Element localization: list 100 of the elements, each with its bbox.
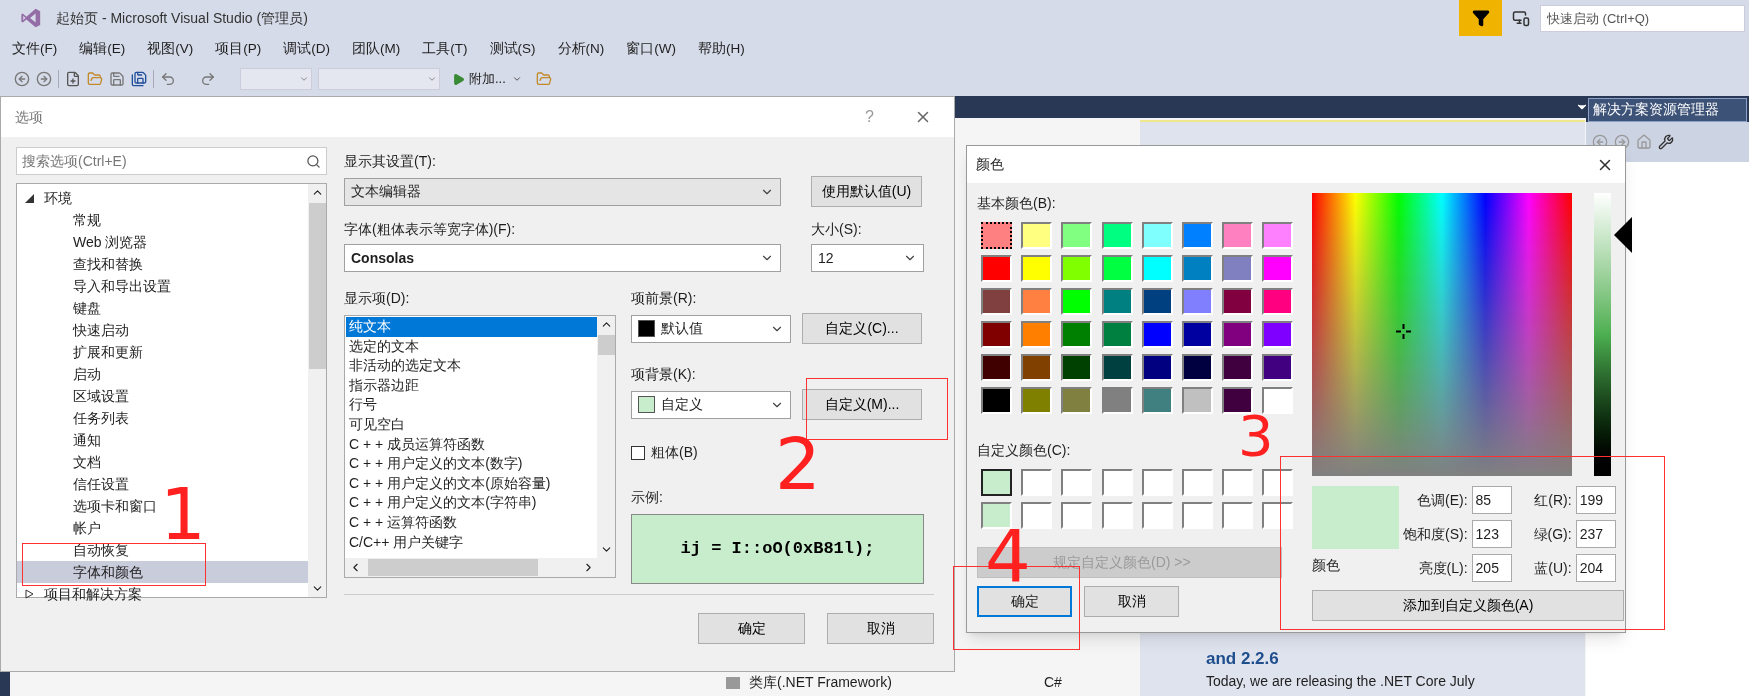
menu-item[interactable]: 窗口(W) bbox=[626, 38, 676, 60]
color-swatch[interactable] bbox=[1021, 469, 1053, 496]
panel-title[interactable]: 解决方案资源管理器 bbox=[1588, 98, 1747, 122]
tree-item[interactable]: 导入和导出设置 bbox=[17, 275, 308, 297]
new-file-icon[interactable] bbox=[65, 71, 81, 87]
cancel-button[interactable]: 取消 bbox=[1084, 586, 1179, 617]
list-item[interactable]: C + + 用户定义的文本(原始容量) bbox=[346, 473, 597, 494]
ok-button[interactable]: 确定 bbox=[977, 586, 1072, 617]
color-swatch[interactable] bbox=[981, 321, 1012, 348]
wrench-icon[interactable] bbox=[1658, 134, 1674, 150]
color-swatch[interactable] bbox=[1262, 387, 1294, 414]
size-dropdown[interactable]: 12 bbox=[811, 244, 924, 272]
color-swatch[interactable] bbox=[1141, 321, 1173, 348]
color-swatch[interactable] bbox=[1141, 288, 1173, 315]
color-swatch[interactable] bbox=[1222, 469, 1254, 496]
color-swatch[interactable] bbox=[1101, 222, 1133, 249]
color-swatch[interactable] bbox=[1262, 288, 1294, 315]
color-swatch[interactable] bbox=[1141, 469, 1173, 496]
menu-item[interactable]: 分析(N) bbox=[557, 38, 605, 60]
menu-item[interactable]: 测试(S) bbox=[489, 38, 536, 60]
color-swatch[interactable] bbox=[1141, 502, 1173, 529]
redo-icon[interactable] bbox=[200, 71, 216, 87]
list-item[interactable]: C/C++ 用户关键字 bbox=[346, 532, 597, 553]
color-swatch[interactable] bbox=[1141, 354, 1173, 381]
color-swatch[interactable] bbox=[1021, 288, 1053, 315]
menu-item[interactable]: 文件(F) bbox=[12, 38, 58, 60]
color-swatch[interactable] bbox=[1061, 469, 1093, 496]
scrollbar[interactable] bbox=[597, 316, 615, 558]
add-custom-color-button[interactable]: 添加到自定义颜色(A) bbox=[1312, 590, 1624, 621]
color-swatch[interactable] bbox=[981, 469, 1012, 496]
list-item[interactable]: 纯文本 bbox=[346, 317, 597, 337]
list-item[interactable]: C + + 运算符函数 bbox=[346, 512, 597, 533]
folder-icon[interactable] bbox=[535, 71, 552, 87]
show-settings-dropdown[interactable]: 文本编辑器 bbox=[344, 177, 781, 206]
customize-button[interactable]: 自定义(C)... bbox=[802, 313, 922, 344]
notification-button[interactable] bbox=[1459, 0, 1502, 36]
color-swatch[interactable] bbox=[1181, 255, 1213, 282]
quick-launch-field[interactable]: 快速启动 (Ctrl+Q) bbox=[1540, 4, 1745, 32]
number-field[interactable]: 204 bbox=[1575, 554, 1616, 582]
undo-icon[interactable] bbox=[160, 71, 176, 87]
use-defaults-button[interactable]: 使用默认值(U) bbox=[811, 176, 922, 207]
menu-item[interactable]: 视图(V) bbox=[147, 38, 194, 60]
color-swatch[interactable] bbox=[1141, 387, 1173, 414]
color-swatch[interactable] bbox=[981, 255, 1012, 282]
menu-item[interactable]: 团队(M) bbox=[352, 38, 401, 60]
color-swatch[interactable] bbox=[1181, 288, 1213, 315]
foreground-dropdown[interactable]: 默认值 bbox=[631, 314, 791, 343]
forward-icon[interactable] bbox=[1614, 134, 1630, 150]
color-swatch[interactable] bbox=[1061, 255, 1093, 282]
color-swatch[interactable] bbox=[1222, 321, 1254, 348]
tree-item[interactable]: 启动 bbox=[17, 363, 308, 385]
cancel-button[interactable]: 取消 bbox=[827, 613, 934, 644]
number-field[interactable]: 199 bbox=[1575, 486, 1616, 514]
save-icon[interactable] bbox=[109, 71, 125, 87]
list-item[interactable]: 选定的文本 bbox=[346, 336, 597, 357]
tree-item[interactable]: 字体和颜色 bbox=[17, 561, 308, 583]
folder-icon[interactable] bbox=[87, 71, 103, 87]
color-swatch[interactable] bbox=[1061, 222, 1093, 249]
color-swatch[interactable] bbox=[1101, 255, 1133, 282]
color-swatch[interactable] bbox=[1101, 502, 1133, 529]
color-swatch[interactable] bbox=[1061, 387, 1093, 414]
tree-item[interactable]: 文档 bbox=[17, 451, 308, 473]
color-swatch[interactable] bbox=[1222, 255, 1254, 282]
number-field[interactable]: 85 bbox=[1471, 486, 1512, 514]
color-swatch[interactable] bbox=[1262, 469, 1294, 496]
color-swatch[interactable] bbox=[1101, 288, 1133, 315]
color-swatch[interactable] bbox=[1181, 469, 1213, 496]
color-swatch[interactable] bbox=[1181, 502, 1213, 529]
color-swatch[interactable] bbox=[1021, 502, 1053, 529]
color-swatch[interactable] bbox=[1021, 321, 1053, 348]
color-swatch[interactable] bbox=[981, 354, 1012, 381]
spectrum-drawing[interactable] bbox=[1312, 193, 1572, 476]
customize-button[interactable]: 自定义(M)... bbox=[802, 389, 922, 420]
back-icon[interactable] bbox=[14, 71, 30, 87]
feedback-icon[interactable] bbox=[1512, 9, 1530, 27]
background-dropdown[interactable]: 自定义 bbox=[631, 390, 791, 419]
number-field[interactable]: 123 bbox=[1471, 520, 1512, 548]
menu-item[interactable]: 帮助(H) bbox=[698, 38, 745, 60]
menu-item[interactable]: 工具(T) bbox=[422, 38, 468, 60]
color-swatch[interactable] bbox=[1061, 321, 1093, 348]
caret-icon[interactable] bbox=[511, 74, 522, 84]
list-item[interactable]: C + + 用户定义的文本(字符串) bbox=[346, 493, 597, 513]
save-all-icon[interactable] bbox=[131, 71, 147, 87]
tree-item[interactable]: 任务列表 bbox=[17, 407, 308, 429]
menu-item[interactable]: 编辑(E) bbox=[79, 38, 126, 60]
color-swatch[interactable] bbox=[1141, 222, 1173, 249]
checkbox[interactable] bbox=[631, 445, 645, 460]
forward-icon[interactable] bbox=[36, 71, 52, 87]
color-swatch[interactable] bbox=[1262, 255, 1294, 282]
color-swatch[interactable] bbox=[1101, 354, 1133, 381]
list-item[interactable]: 非活动的选定文本 bbox=[346, 356, 597, 376]
color-swatch[interactable] bbox=[1181, 387, 1213, 414]
color-swatch[interactable] bbox=[1061, 354, 1093, 381]
color-swatch[interactable] bbox=[1181, 222, 1213, 249]
color-swatch[interactable] bbox=[1222, 387, 1254, 414]
tree-item[interactable]: 环境 bbox=[17, 187, 308, 209]
color-swatch[interactable] bbox=[1181, 321, 1213, 348]
color-swatch[interactable] bbox=[1101, 469, 1133, 496]
font-dropdown[interactable]: Consolas bbox=[344, 244, 781, 272]
color-swatch[interactable] bbox=[1101, 321, 1133, 348]
